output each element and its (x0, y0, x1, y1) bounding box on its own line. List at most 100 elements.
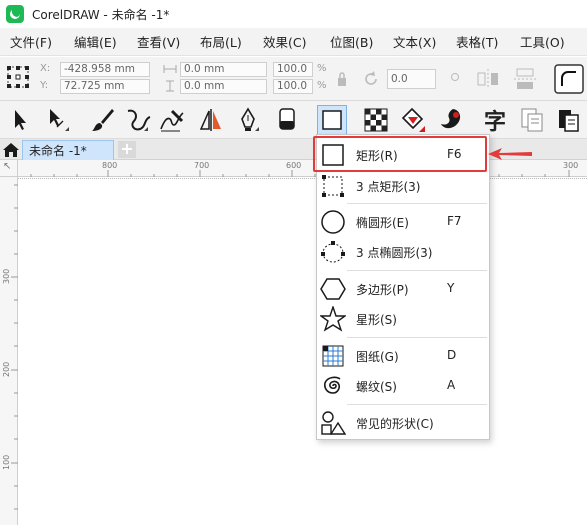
highlight-box (313, 136, 487, 172)
text-tool[interactable]: 字 (480, 105, 510, 135)
flyout-item-common-shapes[interactable]: 常见的形状(C) (317, 408, 489, 438)
width-icon (163, 65, 177, 73)
scale-x-percent: % (317, 63, 327, 74)
horizontal-ruler[interactable]: 800 700 600 300 (18, 160, 587, 177)
table-tool[interactable] (517, 105, 547, 135)
ruler-label-300: 300 (563, 161, 579, 170)
ellipse-icon (320, 209, 346, 235)
y-position-field[interactable]: 72.725 mm (60, 79, 150, 94)
menu-file[interactable]: 文件(F) (10, 28, 52, 55)
common-shapes-icon (320, 410, 346, 436)
ruler-corner[interactable]: ↖ (0, 160, 18, 177)
interactive-fill-tool[interactable] (398, 105, 428, 135)
height-field[interactable]: 0.0 mm (180, 79, 267, 94)
vertical-ruler-ticks (11, 184, 18, 510)
pick-tool[interactable] (5, 105, 35, 135)
three-point-rectangle-icon (320, 173, 346, 199)
flyout-item-spiral[interactable]: 螺纹(S) A (317, 371, 489, 401)
mirror-horizontal-icon[interactable] (476, 67, 500, 89)
menu-text[interactable]: 文本(X) (393, 28, 436, 55)
add-tab-button[interactable]: + (118, 141, 136, 158)
brush-icon (92, 109, 114, 131)
vertical-ruler[interactable]: 300 200 100 (0, 177, 18, 525)
flyout-item-3-point-ellipse[interactable]: 3 点椭圆形(3) (317, 237, 489, 267)
flyout-item-ellipse[interactable]: 椭圆形(E) F7 (317, 207, 489, 237)
checker-pattern-tool[interactable] (361, 105, 391, 135)
object-origin-icon[interactable] (6, 65, 30, 89)
menu-layout[interactable]: 布局(L) (200, 28, 242, 55)
property-bar: X: Y: -428.958 mm 72.725 mm 0.0 mm 0.0 m… (0, 57, 587, 101)
flyout-item-graph-paper[interactable]: 图纸(G) D (317, 341, 489, 371)
menu-edit[interactable]: 编辑(E) (74, 28, 117, 55)
ruler-label-600: 600 (286, 161, 302, 170)
pen-tool[interactable] (233, 105, 263, 135)
flyout-shortcut: Y (447, 281, 455, 295)
flyout-shortcut: A (447, 378, 456, 392)
freehand-tool[interactable] (123, 105, 153, 135)
scale-y-percent: % (317, 80, 327, 91)
annotation-arrow-icon (488, 148, 532, 160)
flyout-label: 多边形(P) (356, 283, 409, 297)
flyout-item-3-point-rectangle[interactable]: 3 点矩形(3) (317, 171, 489, 201)
scale-y-field[interactable]: 100.0 (273, 79, 313, 94)
menu-table[interactable]: 表格(T) (456, 28, 498, 55)
flyout-label: 椭圆形(E) (356, 216, 409, 230)
smart-fill-icon (441, 109, 461, 129)
flyout-separator (347, 404, 487, 405)
parallel-dimension-tool[interactable] (196, 105, 226, 135)
menu-effects[interactable]: 效果(C) (263, 28, 306, 55)
flyout-label: 常见的形状(C) (356, 417, 434, 431)
flyout-label: 图纸(G) (356, 350, 399, 364)
ruler-label-700: 700 (194, 161, 210, 170)
graph-paper-icon (320, 343, 346, 369)
clipboard-icon (559, 110, 579, 132)
fill-bucket-icon (401, 107, 425, 132)
flyout-item-polygon[interactable]: 多边形(P) Y (317, 274, 489, 304)
lock-ratio-icon[interactable] (337, 71, 347, 87)
smart-drawing-icon (160, 109, 184, 132)
drawing-canvas[interactable] (18, 177, 587, 525)
flyout-item-star[interactable]: 星形(S) (317, 304, 489, 334)
flyout-shortcut: F7 (447, 214, 462, 228)
eraser-tool[interactable] (272, 105, 302, 135)
pen-nib-icon (241, 107, 259, 131)
toolbox: 字 (0, 101, 587, 139)
width-field[interactable]: 0.0 mm (180, 62, 267, 77)
page-border (18, 178, 587, 179)
spiral-icon (320, 373, 346, 399)
shape-node-icon (50, 109, 69, 131)
rotate-icon (365, 71, 377, 85)
shape-tool[interactable] (43, 105, 73, 135)
artistic-media-tool[interactable] (88, 105, 118, 135)
menu-bitmaps[interactable]: 位图(B) (330, 28, 373, 55)
scale-x-field[interactable]: 100.0 (273, 62, 313, 77)
rectangle-tool[interactable] (317, 105, 347, 135)
x-position-field[interactable]: -428.958 mm (60, 62, 150, 77)
rotation-center-icon (451, 73, 459, 81)
three-point-ellipse-icon (320, 239, 346, 265)
clipboard-tool[interactable] (553, 105, 583, 135)
rotation-angle-field[interactable]: 0.0 (387, 69, 436, 89)
tab-document[interactable]: 未命名 -1* (22, 140, 114, 160)
corner-round-icon[interactable] (554, 64, 584, 94)
smart-fill-tool[interactable] (436, 105, 466, 135)
ruler-label-v100: 100 (2, 454, 11, 470)
dimension-icon (199, 109, 221, 131)
coreldraw-logo-icon (6, 5, 24, 23)
flyout-label: 星形(S) (356, 313, 397, 327)
smart-drawing-tool[interactable] (157, 105, 187, 135)
flyout-shortcut: D (447, 348, 457, 362)
home-icon[interactable] (2, 141, 20, 158)
window-title: CorelDRAW - 未命名 -1* (32, 7, 170, 22)
ruler-label-800: 800 (102, 161, 118, 170)
rectangle-tools-flyout: 矩形(R) F6 3 点矩形(3) 椭圆形(E) F7 3 点椭圆形(3) 多边… (316, 134, 490, 440)
curve-icon (127, 109, 151, 131)
pointer-arrow-icon (15, 110, 26, 130)
flyout-separator (347, 270, 487, 271)
title-bar: CorelDRAW - 未命名 -1* (0, 0, 587, 28)
eraser-icon (279, 108, 295, 130)
menu-view[interactable]: 查看(V) (137, 28, 180, 55)
mirror-vertical-icon[interactable] (513, 67, 537, 91)
menu-tools[interactable]: 工具(O) (520, 28, 565, 55)
flyout-separator (347, 203, 487, 204)
